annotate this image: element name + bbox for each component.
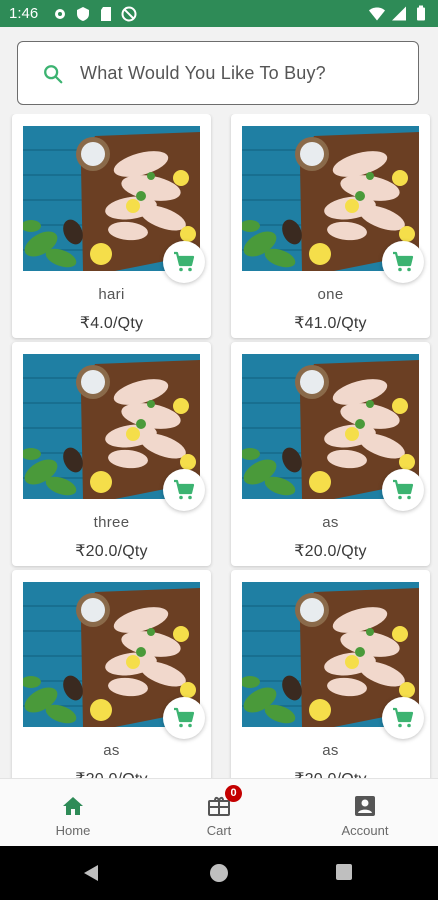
product-card[interactable]: as ₹20.0/Qty — [12, 570, 211, 778]
cart-icon — [393, 707, 414, 728]
product-price: ₹20.0/Qty — [75, 543, 148, 560]
search-icon — [44, 65, 63, 84]
product-card[interactable]: one ₹41.0/Qty — [231, 114, 430, 338]
product-card[interactable]: hari ₹4.0/Qty — [12, 114, 211, 338]
battery-icon — [417, 5, 425, 21]
product-price: ₹20.0/Qty — [294, 543, 367, 560]
product-name: as — [322, 514, 339, 531]
cart-badge: 0 — [225, 785, 242, 802]
back-icon[interactable] — [82, 864, 100, 882]
product-card[interactable]: three ₹20.0/Qty — [12, 342, 211, 566]
product-price: ₹20.0/Qty — [12, 769, 211, 778]
add-to-cart-button[interactable] — [382, 697, 424, 739]
product-name: three — [93, 514, 130, 531]
add-to-cart-button[interactable] — [382, 241, 424, 283]
product-price: ₹4.0/Qty — [79, 315, 144, 332]
no-sync-icon — [121, 6, 137, 22]
product-price: ₹20.0/Qty — [231, 769, 430, 778]
product-name: one — [317, 286, 344, 303]
nav-home-label: Home — [55, 823, 91, 838]
home-icon — [63, 797, 83, 815]
notification-icons — [52, 6, 137, 22]
product-card[interactable]: as ₹20.0/Qty — [231, 570, 430, 778]
system-status-icons — [369, 5, 429, 22]
cart-icon — [393, 251, 414, 272]
nav-home[interactable]: Home — [0, 779, 146, 847]
product-name: as — [322, 742, 339, 759]
nav-cart-label: Cart — [206, 823, 232, 838]
add-to-cart-button[interactable] — [163, 697, 205, 739]
product-name: hari — [98, 286, 125, 303]
search-bar[interactable]: What Would You Like To Buy? — [17, 41, 419, 105]
wifi-icon — [369, 7, 385, 21]
bottom-navigation: Home 0 Cart Account — [0, 778, 438, 847]
product-name: as — [103, 742, 120, 759]
nav-account[interactable]: Account — [292, 779, 438, 847]
cart-icon — [174, 251, 195, 272]
gear-icon — [55, 9, 65, 19]
product-price: ₹41.0/Qty — [294, 315, 367, 332]
status-time: 1:46 — [9, 5, 39, 22]
cart-icon — [174, 479, 195, 500]
search-placeholder: What Would You Like To Buy? — [80, 63, 326, 83]
add-to-cart-button[interactable] — [163, 241, 205, 283]
home-button-icon[interactable] — [210, 864, 228, 882]
status-bar: 1:46 — [0, 0, 438, 27]
recents-icon[interactable] — [336, 864, 352, 880]
account-icon — [355, 796, 375, 816]
add-to-cart-button[interactable] — [163, 469, 205, 511]
shield-icon — [77, 7, 89, 21]
signal-icon — [392, 6, 406, 21]
system-navigation-bar — [0, 846, 438, 900]
add-to-cart-button[interactable] — [382, 469, 424, 511]
nav-account-label: Account — [341, 823, 389, 838]
nav-cart[interactable]: 0 Cart — [146, 779, 292, 847]
product-grid: hari ₹4.0/Qty one ₹41.0/Qty three ₹20.0/… — [0, 114, 438, 778]
cart-icon — [393, 479, 414, 500]
cart-icon — [174, 707, 195, 728]
product-card[interactable]: as ₹20.0/Qty — [231, 342, 430, 566]
sd-card-icon — [101, 7, 111, 21]
